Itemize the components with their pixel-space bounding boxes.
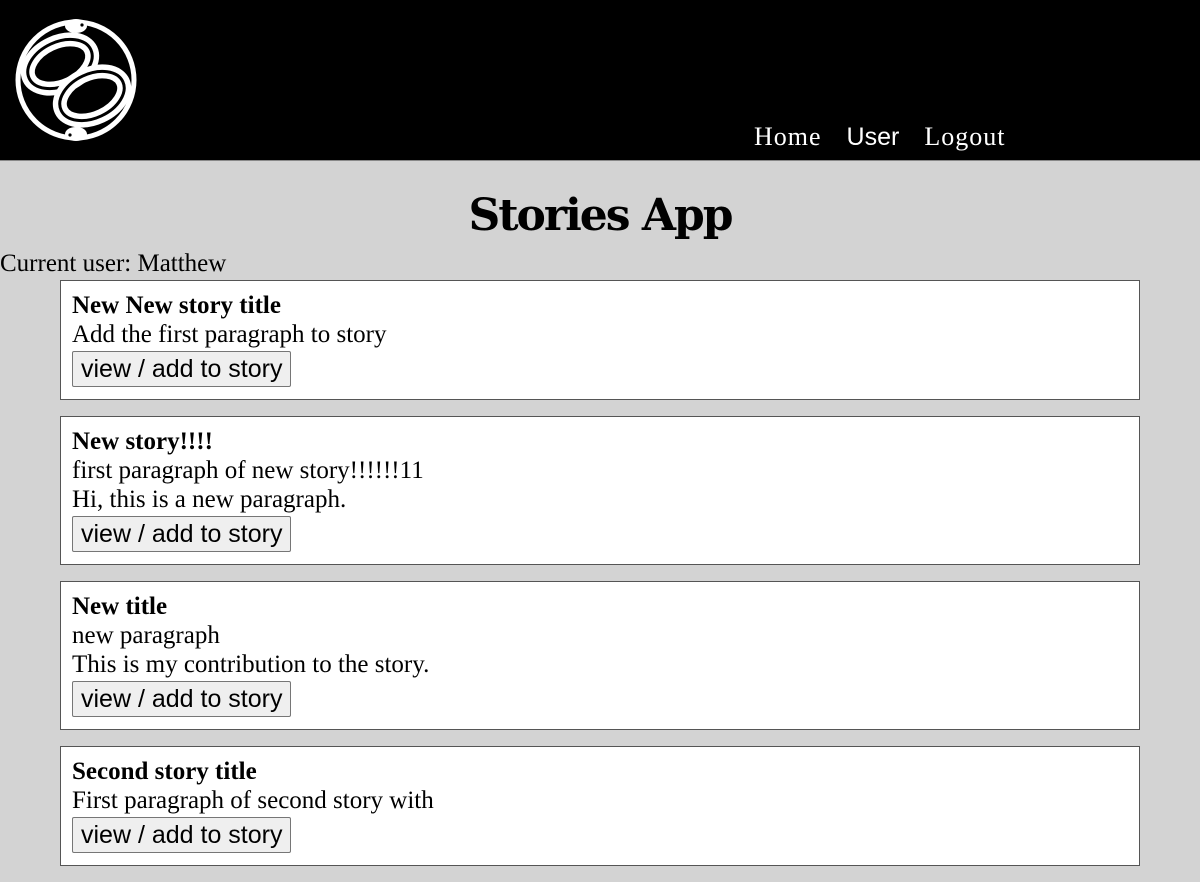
view-add-story-button[interactable]: view / add to story (72, 351, 292, 387)
story-title: New story!!!! (72, 428, 213, 455)
story-title: Second story title (72, 758, 257, 785)
story-paragraph: First paragraph of second story with (72, 787, 434, 814)
story-card: Second story title First paragraph of se… (60, 746, 1140, 866)
nav-home-link[interactable]: Home (754, 122, 822, 152)
view-add-story-button[interactable]: view / add to story (72, 516, 292, 552)
view-add-story-button[interactable]: view / add to story (72, 817, 292, 853)
story-card: New story!!!! first paragraph of new sto… (60, 416, 1140, 565)
story-title: New New story title (72, 292, 281, 319)
story-paragraph: Hi, this is a new paragraph. (72, 486, 347, 513)
nav-logout-link[interactable]: Logout (924, 122, 1005, 152)
story-card: New title new paragraph This is my contr… (60, 581, 1140, 730)
story-card: New New story title Add the first paragr… (60, 280, 1140, 400)
story-paragraph: This is my contribution to the story. (72, 651, 430, 678)
story-paragraph: first paragraph of new story!!!!!!11 (72, 457, 424, 484)
view-add-story-button[interactable]: view / add to story (72, 681, 292, 717)
top-header: Home User Logout (0, 0, 1200, 161)
story-title: New title (72, 593, 168, 620)
story-paragraph: new paragraph (72, 622, 220, 649)
auryn-snakes-logo-icon[interactable] (12, 14, 140, 146)
story-paragraph: Add the first paragraph to story (72, 321, 387, 348)
page-title: Stories App (468, 190, 733, 241)
story-list: New New story title Add the first paragr… (60, 280, 1140, 882)
nav-user-link[interactable]: User (847, 123, 900, 152)
main-nav: Home User Logout (754, 122, 1030, 152)
current-user-label: Current user: Matthew (0, 250, 227, 277)
